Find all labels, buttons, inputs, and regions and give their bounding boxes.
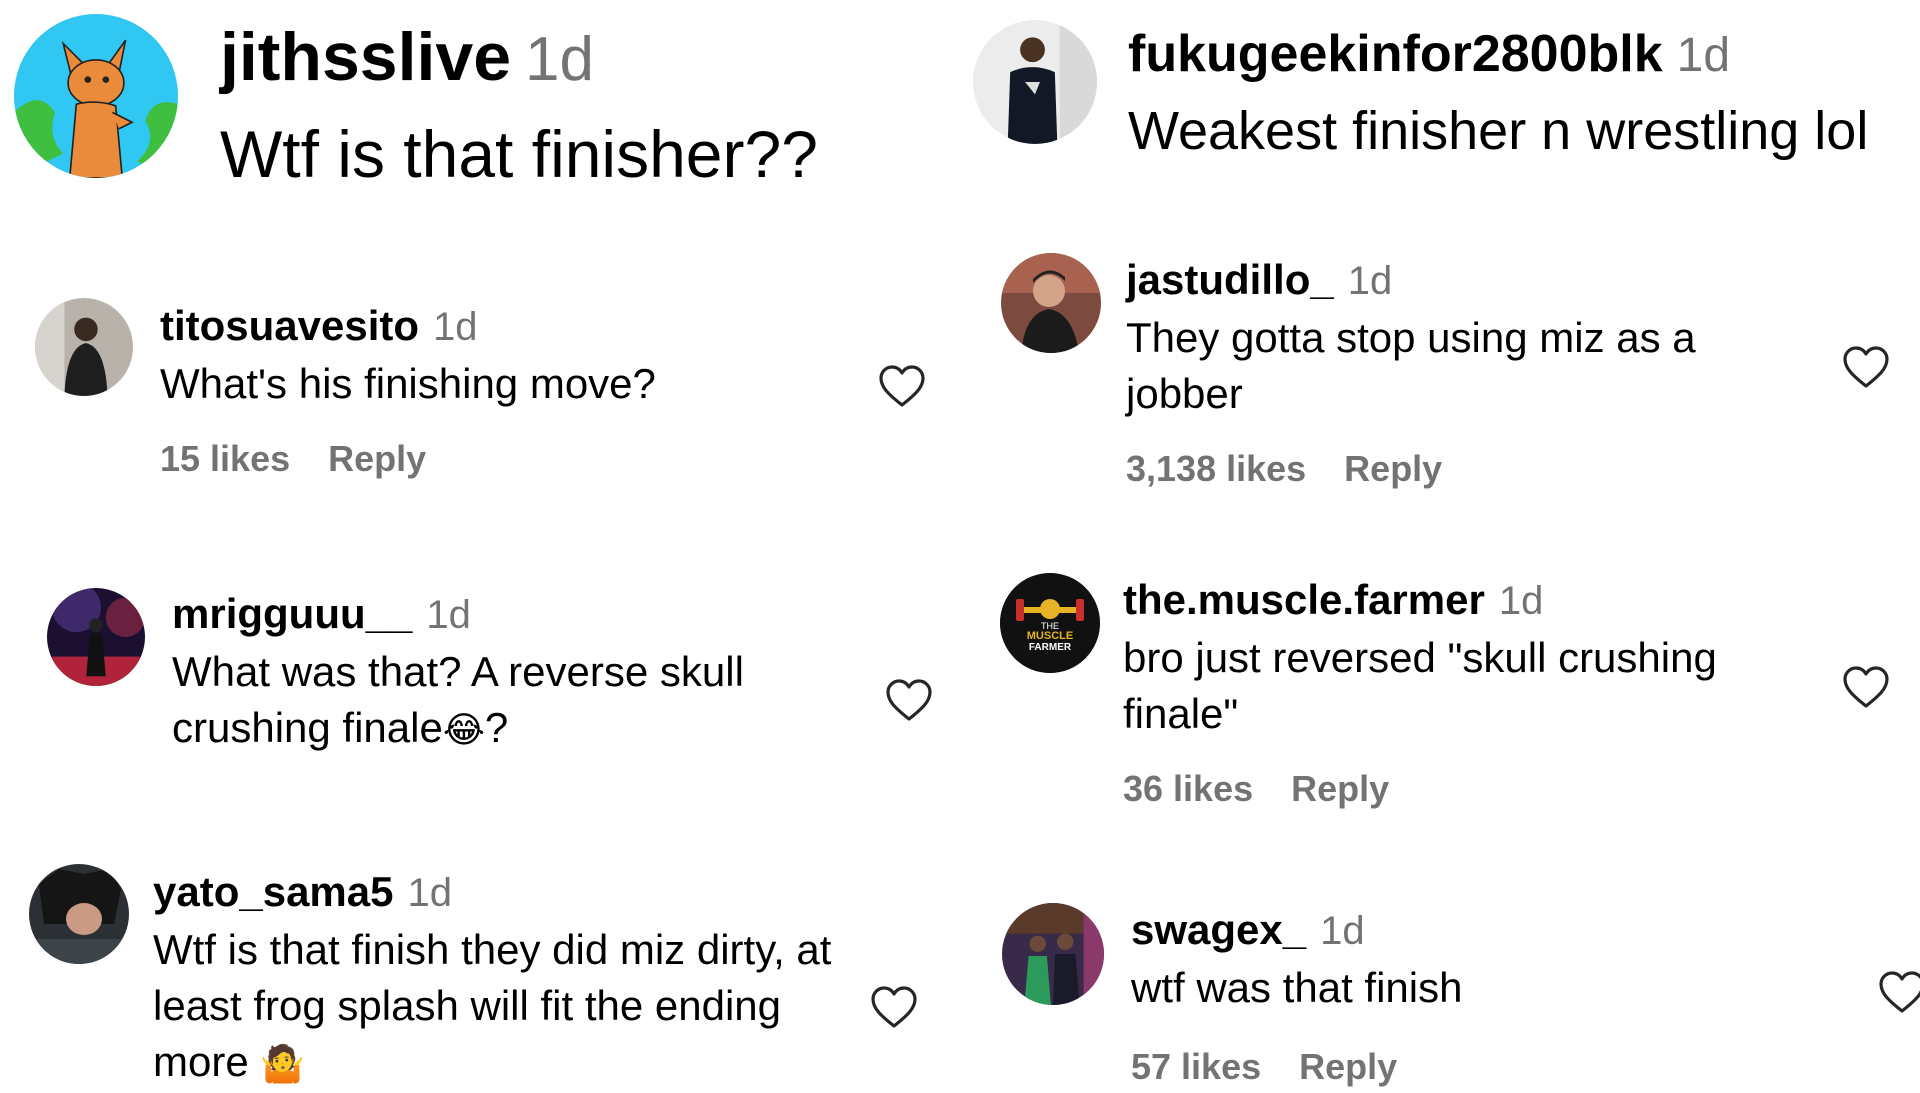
likes-count[interactable]: 36 likes (1123, 768, 1253, 810)
comment-text: wtf was that finish (1131, 964, 1463, 1011)
username[interactable]: titosuavesito (160, 302, 419, 350)
likes-count[interactable]: 57 likes (1131, 1046, 1261, 1088)
username[interactable]: jastudillo_ (1126, 256, 1334, 304)
reply-button[interactable]: Reply (1299, 1046, 1397, 1088)
username[interactable]: fukugeekinfor2800blk (1128, 24, 1663, 84)
heart-icon[interactable] (1878, 970, 1920, 1014)
fox-cartoon-avatar-image (14, 14, 178, 178)
logo-text-farmer: FARMER (1029, 642, 1072, 653)
anime-avatar-image (29, 864, 129, 964)
username[interactable]: swagex_ (1131, 906, 1306, 954)
reply-button[interactable]: Reply (1291, 768, 1389, 810)
avatar[interactable]: THE MUSCLE FARMER (1000, 573, 1100, 673)
shrug-emoji: 🤷 (260, 1044, 306, 1085)
comment-text: Weakest finisher n wrestling lol (1128, 101, 1869, 161)
avatar[interactable] (47, 588, 145, 686)
avatar[interactable] (29, 864, 129, 964)
comment-text-main: Wtf is that finish they did miz dirty, a… (153, 926, 832, 1085)
username[interactable]: yato_sama5 (153, 868, 394, 916)
username[interactable]: the.muscle.farmer (1123, 576, 1485, 624)
person-photo-avatar-image (973, 20, 1097, 144)
avatar[interactable] (14, 14, 178, 178)
avatar[interactable] (1002, 903, 1104, 1005)
heart-icon[interactable] (1842, 665, 1890, 709)
likes-count[interactable]: 3,138 likes (1126, 448, 1306, 490)
heart-icon[interactable] (870, 985, 918, 1029)
comment-text: What's his finishing move? (160, 360, 656, 407)
comment-text: What was that? A reverse skull crushing … (172, 644, 892, 759)
timestamp: 1d (525, 25, 594, 94)
comment-text: They gotta stop using miz as a jobber (1126, 314, 1696, 417)
heart-icon[interactable] (885, 678, 933, 722)
username[interactable]: mrigguuu__ (172, 590, 412, 638)
timestamp: 1d (1320, 909, 1365, 953)
concert-photo-avatar-image (47, 588, 145, 686)
laughing-emoji: 😂 (442, 710, 485, 751)
reply-button[interactable]: Reply (328, 438, 426, 480)
reply-button[interactable]: Reply (1344, 448, 1442, 490)
timestamp: 1d (1676, 29, 1731, 82)
likes-count[interactable]: 15 likes (160, 438, 290, 480)
timestamp: 1d (426, 593, 471, 637)
heart-icon[interactable] (878, 364, 926, 408)
group-photo-avatar-image (1002, 903, 1104, 1005)
timestamp: 1d (1347, 259, 1393, 303)
comment-text: bro just reversed "skull crushing finale… (1123, 634, 1717, 737)
person-photo-avatar-image (35, 298, 133, 396)
username[interactable]: jithsslive (220, 18, 511, 96)
comment-text: Wtf is that finisher?? (220, 117, 818, 191)
person-photo-avatar-image (1001, 253, 1101, 353)
heart-icon[interactable] (1842, 345, 1890, 389)
avatar[interactable] (973, 20, 1097, 144)
avatar[interactable] (35, 298, 133, 396)
comment-text-end: ? (484, 704, 509, 751)
timestamp: 1d (407, 871, 453, 915)
comment-text: Wtf is that finish they did miz dirty, a… (153, 922, 873, 1093)
logo-text-muscle: MUSCLE (1027, 630, 1073, 642)
timestamp: 1d (1498, 579, 1544, 623)
muscle-farmer-logo-avatar: THE MUSCLE FARMER (1000, 573, 1100, 673)
avatar[interactable] (1001, 253, 1101, 353)
timestamp: 1d (433, 305, 478, 349)
